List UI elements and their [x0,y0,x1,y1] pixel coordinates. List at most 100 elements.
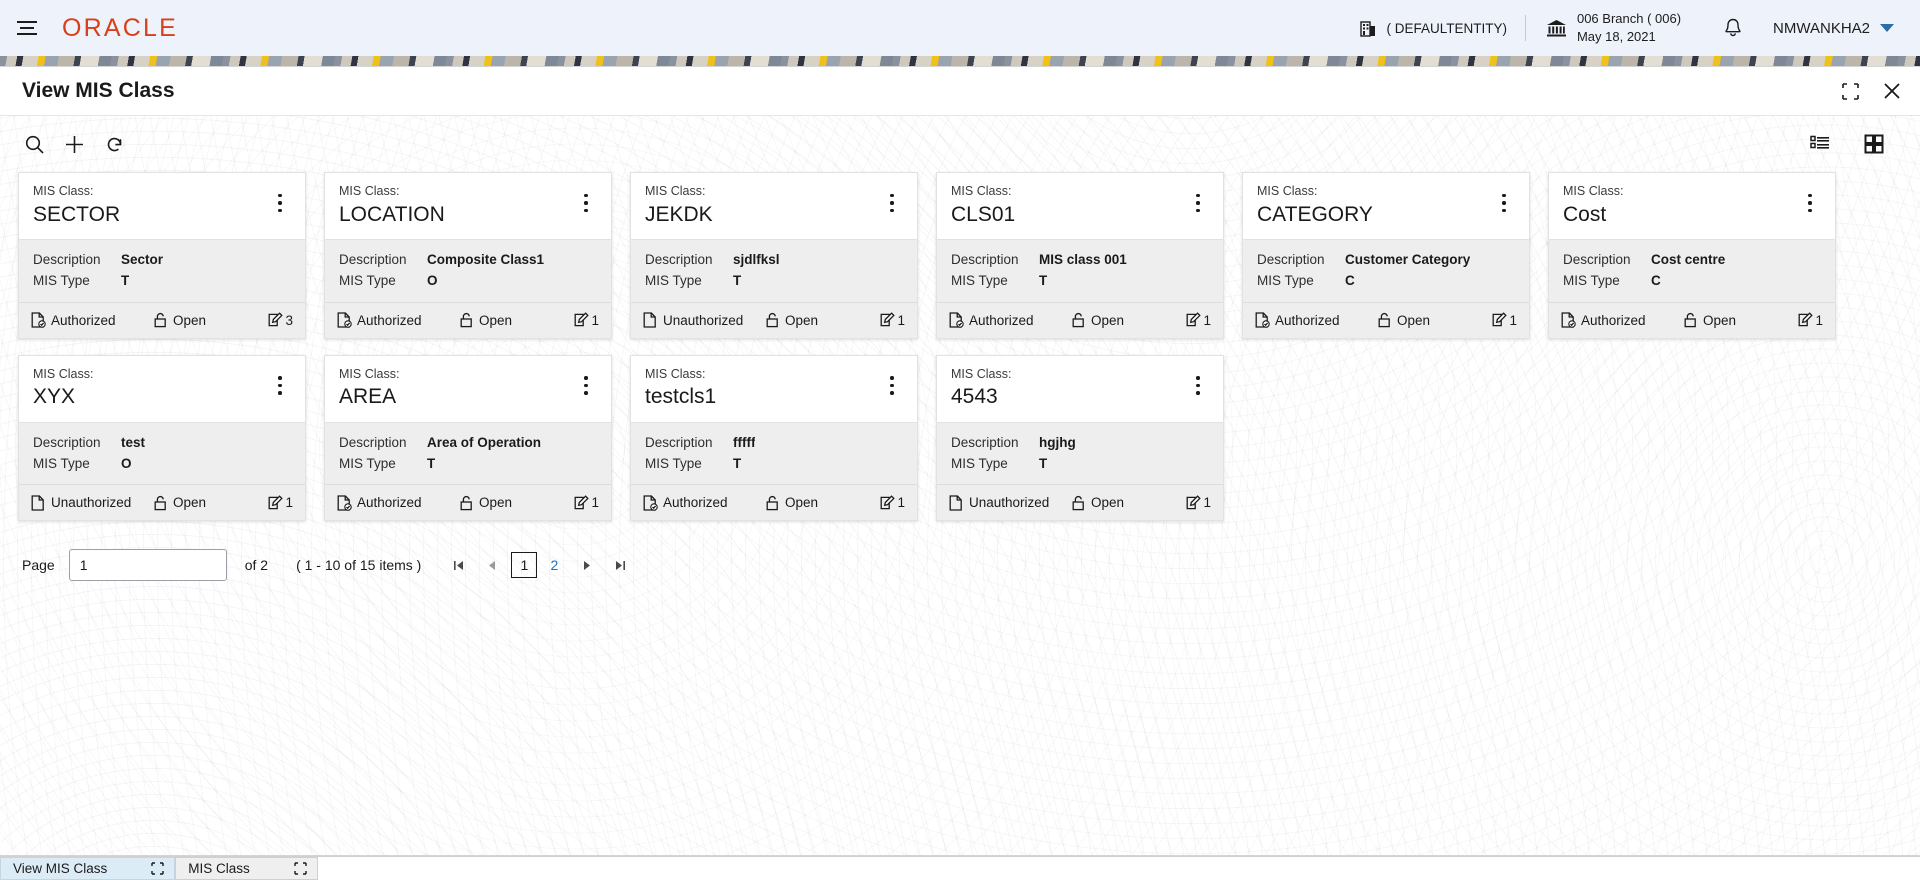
modification-count: 1 [880,495,905,511]
card-footer: Authorized Open 1 [631,484,917,520]
document-status-icon [1255,312,1270,328]
first-page-button[interactable] [443,550,473,580]
next-page-button[interactable] [571,550,601,580]
description-label: Description [1563,249,1651,270]
card-footer: Unauthorized Open 1 [631,302,917,338]
card-menu-icon[interactable] [881,371,903,401]
card-menu-icon[interactable] [1187,188,1209,218]
mis-type-row: MIS Type T [33,270,291,291]
card-footer: Authorized Open 1 [1549,302,1835,338]
record-state: Open [153,312,245,328]
mis-type-row: MIS Type O [339,270,597,291]
description-row: Description Cost centre [1563,249,1821,270]
description-row: Description hgjhg [951,432,1209,453]
card-menu-icon[interactable] [575,188,597,218]
record-state: Open [1683,312,1775,328]
card-header: MIS Class: 4543 [937,356,1223,422]
mis-class-card[interactable]: MIS Class: LOCATION Description Composit… [324,172,612,339]
mis-type-row: MIS Type T [339,453,597,474]
refresh-icon[interactable] [94,124,134,164]
unlock-icon [459,312,474,328]
entity-selector[interactable]: ( DEFAULTENTITY) [1342,20,1525,37]
mis-type-label: MIS Type [951,270,1039,291]
modification-count: 1 [880,312,905,328]
expand-icon[interactable] [151,862,164,875]
hamburger-menu-icon[interactable] [10,11,44,45]
pagination-bar: Page of 2 ( 1 - 10 of 15 items ) 1 2 [0,521,1920,581]
mod-count-label: 1 [591,495,599,510]
notifications-button[interactable] [1701,17,1765,39]
modification-count: 1 [1186,495,1211,511]
mis-class-card[interactable]: MIS Class: testcls1 Description fffff MI… [630,355,918,522]
taskbar-tab[interactable]: MIS Class [175,857,318,880]
mis-class-card[interactable]: MIS Class: CLS01 Description MIS class 0… [936,172,1224,339]
page-button-2[interactable]: 2 [541,552,567,578]
mis-class-value: JEKDK [645,202,713,228]
edit-icon [1186,312,1201,328]
unlock-icon [1071,312,1086,328]
unlock-icon [1377,312,1392,328]
card-menu-icon[interactable] [269,188,291,218]
description-value: Composite Class1 [427,249,544,270]
card-header: MIS Class: testcls1 [631,356,917,422]
mis-class-card[interactable]: MIS Class: Cost Description Cost centre … [1548,172,1836,339]
user-menu[interactable]: NMWANKHA2 [1765,20,1920,37]
card-menu-icon[interactable] [1799,188,1821,218]
mis-class-card[interactable]: MIS Class: JEKDK Description sjdlfksl MI… [630,172,918,339]
page-button-1[interactable]: 1 [511,552,537,578]
items-range-label: ( 1 - 10 of 15 items ) [296,557,421,573]
taskbar: View MIS Class MIS Class [0,856,1920,879]
record-state-label: Open [479,495,512,510]
unlock-icon [153,495,168,511]
card-header: MIS Class: CATEGORY [1243,173,1529,239]
prev-page-button[interactable] [477,550,507,580]
mis-class-card[interactable]: MIS Class: 4543 Description hgjhg MIS Ty… [936,355,1224,522]
expand-icon[interactable] [294,862,307,875]
document-status-icon [643,495,658,511]
card-menu-icon[interactable] [881,188,903,218]
minimize-icon[interactable] [1841,82,1860,101]
tile-view-icon[interactable] [1854,124,1894,164]
page-number-input[interactable] [69,549,227,581]
close-icon[interactable] [1882,81,1902,101]
description-value: MIS class 001 [1039,249,1127,270]
mis-class-card[interactable]: MIS Class: XYX Description test MIS Type… [18,355,306,522]
description-value: Cost centre [1651,249,1725,270]
mis-type-row: MIS Type T [951,453,1209,474]
modification-count: 1 [1492,312,1517,328]
entity-label: ( DEFAULTENTITY) [1386,21,1507,36]
mis-class-card[interactable]: MIS Class: AREA Description Area of Oper… [324,355,612,522]
record-state-label: Open [1091,313,1124,328]
card-menu-icon[interactable] [575,371,597,401]
mis-type-value: C [1651,270,1661,291]
mis-class-card[interactable]: MIS Class: SECTOR Description Sector MIS… [18,172,306,339]
description-label: Description [33,432,121,453]
add-icon[interactable] [54,124,94,164]
description-value: Sector [121,249,163,270]
user-name: NMWANKHA2 [1773,20,1870,37]
card-menu-icon[interactable] [1187,371,1209,401]
list-view-icon[interactable] [1800,124,1840,164]
card-menu-icon[interactable] [1493,188,1515,218]
mis-type-label: MIS Type [951,453,1039,474]
record-state-label: Open [173,495,206,510]
description-label: Description [1257,249,1345,270]
mod-count-label: 1 [897,495,905,510]
modification-count: 1 [268,495,293,511]
taskbar-tab[interactable]: View MIS Class [0,857,175,880]
branch-selector[interactable]: 006 Branch ( 006) May 18, 2021 [1526,10,1701,45]
description-row: Description Sector [33,249,291,270]
auth-status-label: Authorized [357,313,422,328]
record-state-label: Open [173,313,206,328]
mis-class-card[interactable]: MIS Class: CATEGORY Description Customer… [1242,172,1530,339]
card-header: MIS Class: JEKDK [631,173,917,239]
search-icon[interactable] [14,124,54,164]
card-menu-icon[interactable] [269,371,291,401]
card-details: Description Customer Category MIS Type C [1243,239,1529,302]
mis-class-value: 4543 [951,384,1011,410]
mis-type-value: T [121,270,129,291]
unlock-icon [1071,495,1086,511]
last-page-button[interactable] [605,550,635,580]
mis-type-row: MIS Type O [33,453,291,474]
card-title-label: MIS Class: [1563,182,1623,201]
